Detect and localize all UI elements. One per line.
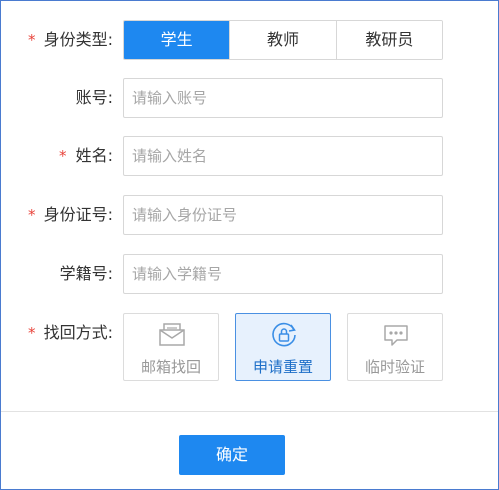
recovery-method-label: 找回方式:	[43, 323, 113, 342]
required-star: *	[28, 206, 36, 224]
recovery-option-email[interactable]: 邮箱找回	[123, 313, 219, 381]
lock-reset-icon	[270, 321, 298, 349]
student-number-row: 学籍号:	[1, 254, 498, 294]
mail-icon	[158, 321, 186, 349]
recovery-option-label: 临时验证	[364, 358, 425, 376]
identity-option-student[interactable]: 学生	[124, 21, 230, 59]
identity-type-selector: 学生 教师 教研员	[123, 20, 443, 60]
identity-option-researcher[interactable]: 教研员	[335, 21, 442, 59]
recovery-option-temp-verify[interactable]: 临时验证	[347, 313, 443, 381]
id-number-input[interactable]	[123, 195, 443, 235]
recovery-option-apply-reset[interactable]: 申请重置	[235, 313, 331, 381]
confirm-button[interactable]: 确定	[179, 435, 285, 475]
recovery-option-label: 邮箱找回	[140, 358, 201, 376]
student-number-label: 学籍号:	[59, 264, 113, 283]
chat-bubble-icon	[382, 321, 410, 349]
required-star: *	[28, 324, 36, 342]
account-input[interactable]	[123, 78, 443, 118]
name-row: * 姓名:	[1, 136, 498, 176]
identity-type-label: 身份类型:	[43, 30, 113, 49]
footer-divider	[1, 411, 498, 412]
reset-form-panel: * 身份类型: 学生 教师 教研员 账号: * 姓名: * 身份证号: 学籍号:…	[0, 0, 499, 490]
required-star: *	[28, 31, 36, 49]
id-number-label: 身份证号:	[43, 205, 113, 224]
name-label: 姓名:	[75, 146, 113, 165]
recovery-method-options: 邮箱找回 申请重置 临时验证	[123, 313, 443, 381]
identity-option-teacher[interactable]: 教师	[229, 21, 336, 59]
recovery-method-row: * 找回方式: 邮箱找回 申请重置 临时验证	[1, 313, 498, 381]
account-label: 账号:	[75, 88, 113, 107]
required-star: *	[59, 147, 67, 165]
account-row: 账号:	[1, 78, 498, 118]
name-input[interactable]	[123, 136, 443, 176]
identity-type-row: * 身份类型: 学生 教师 教研员	[1, 20, 498, 60]
id-number-row: * 身份证号:	[1, 195, 498, 235]
student-number-input[interactable]	[123, 254, 443, 294]
recovery-option-label: 申请重置	[252, 358, 313, 376]
